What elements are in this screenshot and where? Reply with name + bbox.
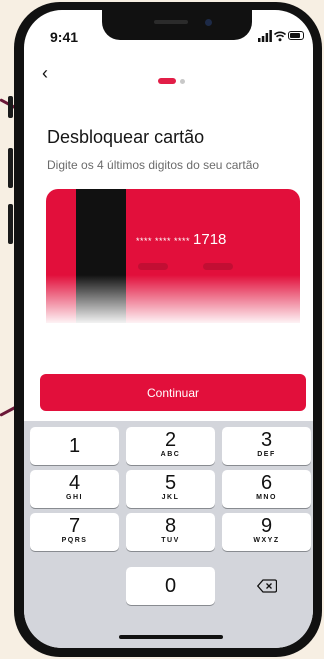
backspace-icon xyxy=(257,579,277,593)
home-indicator xyxy=(119,635,223,639)
key-6[interactable]: 6 MNO xyxy=(222,470,311,508)
battery-icon xyxy=(288,31,304,40)
key-letters: JKL xyxy=(161,494,180,501)
key-letters: ABC xyxy=(160,451,181,458)
key-3[interactable]: 3 DEF xyxy=(222,427,311,465)
key-4[interactable]: 4 GHI xyxy=(30,470,119,508)
key-digit: 2 xyxy=(164,429,177,451)
key-digit: 8 xyxy=(164,515,177,537)
delete-key[interactable] xyxy=(222,567,311,605)
card-masked-digits: **** **** **** xyxy=(136,236,191,246)
key-0[interactable]: 0 xyxy=(126,567,215,605)
speaker xyxy=(154,20,188,24)
key-7[interactable]: 7 PQRS xyxy=(30,513,119,551)
key-letters: PQRS xyxy=(61,537,88,544)
key-digit: 6 xyxy=(260,472,273,494)
key-letters: MNO xyxy=(256,494,277,501)
key-digit: 7 xyxy=(68,515,81,537)
key-digit: 3 xyxy=(260,429,273,451)
continue-button[interactable]: Continuar xyxy=(40,374,306,411)
front-camera xyxy=(205,19,212,26)
numeric-keypad: 1 2 ABC 3 DEF 4 GHI 5 JKL 6 MNO 7 PQRS 8 TUV 9 WXYZ 0 xyxy=(24,421,313,648)
key-letters: TUV xyxy=(161,537,180,544)
key-digit: 4 xyxy=(68,472,81,494)
progress-dot-active xyxy=(158,78,176,84)
key-8[interactable]: 8 TUV xyxy=(126,513,215,551)
status-time: 9:41 xyxy=(50,29,79,45)
card-illustration: **** **** **** 1718 xyxy=(46,189,300,323)
key-letters: DEF xyxy=(257,451,276,458)
progress-indicator xyxy=(158,78,198,84)
key-5[interactable]: 5 JKL xyxy=(126,470,215,508)
phone-side-button-mute xyxy=(8,96,13,118)
notch xyxy=(102,10,252,40)
phone-side-button-volume-up xyxy=(8,148,13,188)
progress-dot-inactive xyxy=(180,79,185,84)
status-icons xyxy=(258,30,304,42)
key-1[interactable]: 1 xyxy=(30,427,119,465)
page-subtitle: Digite os 4 últimos digitos do seu cartã… xyxy=(47,158,260,172)
card-number: **** **** **** 1718 xyxy=(136,231,226,249)
key-letters: WXYZ xyxy=(253,537,280,544)
signal-icon xyxy=(258,30,272,42)
page-title: Desbloquear cartão xyxy=(47,127,205,147)
key-digit: 5 xyxy=(164,472,177,494)
card-detail-left xyxy=(138,263,168,270)
back-button[interactable]: ‹ xyxy=(42,64,60,84)
key-digit: 9 xyxy=(260,515,273,537)
key-letters: GHI xyxy=(66,494,83,501)
key-digit: 0 xyxy=(164,575,177,597)
card-fade xyxy=(46,275,300,323)
card-last-digits: 1718 xyxy=(193,231,227,248)
wifi-icon xyxy=(274,31,286,42)
key-digit: 1 xyxy=(68,435,81,457)
key-2[interactable]: 2 ABC xyxy=(126,427,215,465)
key-9[interactable]: 9 WXYZ xyxy=(222,513,311,551)
phone-side-button-volume-down xyxy=(8,204,13,244)
card-detail-right xyxy=(203,263,233,270)
phone-screen: 9:41 ‹ Desbloquear cartão Digite os 4 úl… xyxy=(24,10,313,648)
